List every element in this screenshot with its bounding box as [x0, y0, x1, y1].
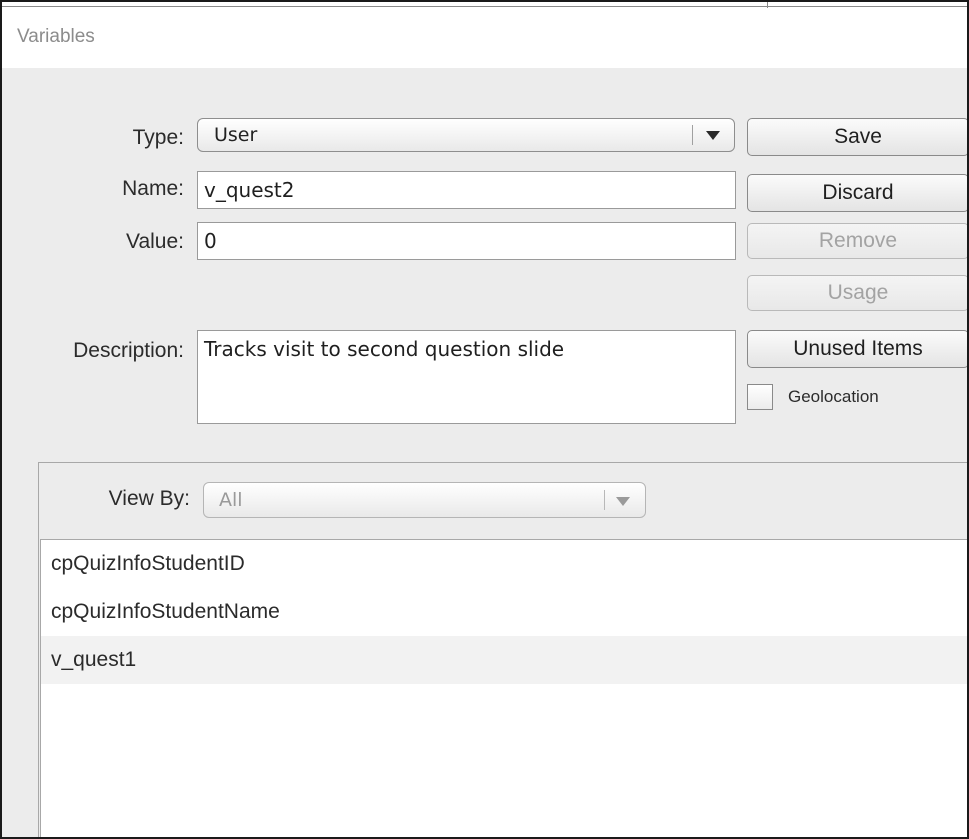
dropdown-separator [692, 125, 693, 145]
dialog-title: Variables [17, 26, 95, 47]
view-by-label: View By: [108, 487, 190, 510]
name-label: Name: [122, 177, 184, 200]
type-dropdown-value: User [214, 124, 258, 146]
variables-dialog: Variables Type: User Name: v_quest2 Valu… [0, 0, 969, 839]
chevron-down-icon [616, 497, 630, 506]
top-divider [2, 6, 967, 7]
chevron-down-icon [706, 131, 720, 140]
description-label: Description: [73, 339, 184, 362]
title-bar: Variables [2, 2, 967, 68]
usage-button[interactable]: Usage [747, 275, 967, 311]
unused-items-button[interactable]: Unused Items [747, 330, 967, 368]
value-label: Value: [126, 230, 184, 253]
geolocation-checkbox[interactable] [747, 384, 773, 410]
value-field[interactable]: 0 [197, 222, 736, 260]
list-item[interactable]: cpQuizInfoStudentID [41, 540, 967, 588]
top-divider-tick [767, 2, 768, 8]
variables-list[interactable]: cpQuizInfoStudentID cpQuizInfoStudentNam… [40, 539, 967, 837]
name-field[interactable]: v_quest2 [197, 171, 736, 209]
remove-button[interactable]: Remove [747, 223, 967, 259]
type-dropdown[interactable]: User [197, 118, 735, 152]
geolocation-label: Geolocation [788, 387, 879, 406]
description-field[interactable]: Tracks visit to second question slide [197, 330, 736, 424]
dropdown-separator [604, 490, 605, 510]
save-button[interactable]: Save [747, 118, 967, 156]
list-item[interactable]: v_quest1 [41, 636, 967, 684]
discard-button[interactable]: Discard [747, 174, 967, 212]
view-by-dropdown[interactable]: All [203, 482, 646, 518]
type-label: Type: [132, 126, 184, 149]
view-by-value: All [219, 489, 243, 511]
list-item[interactable]: cpQuizInfoStudentName [41, 588, 967, 636]
